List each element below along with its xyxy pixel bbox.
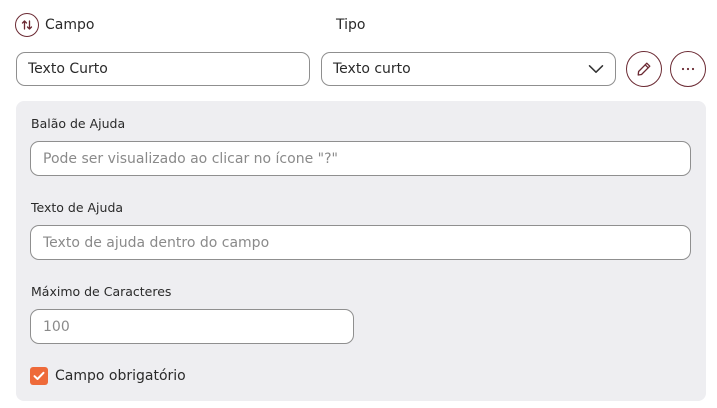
sort-arrows-icon[interactable] xyxy=(15,13,39,37)
max-chars-label: Máximo de Caracteres xyxy=(31,284,172,299)
help-balloon-label: Balão de Ajuda xyxy=(31,116,126,131)
field-name-input[interactable] xyxy=(16,52,310,86)
ellipsis-icon xyxy=(681,67,695,71)
max-chars-input[interactable] xyxy=(30,309,354,344)
check-icon xyxy=(33,371,45,380)
field-header xyxy=(15,13,39,37)
required-label: Campo obrigatório xyxy=(55,368,186,384)
more-options-button[interactable] xyxy=(670,51,706,87)
pencil-icon xyxy=(637,62,651,76)
edit-button[interactable] xyxy=(626,51,662,87)
help-balloon-input[interactable] xyxy=(30,141,691,176)
required-checkbox-row[interactable]: Campo obrigatório xyxy=(30,367,186,385)
field-settings-panel: Balão de Ajuda Texto de Ajuda Máximo de … xyxy=(16,101,706,401)
field-type-select[interactable]: Texto curto xyxy=(321,52,616,86)
required-checkbox[interactable] xyxy=(30,367,48,385)
help-text-input[interactable] xyxy=(30,225,691,260)
field-type-selected-value: Texto curto xyxy=(333,61,411,77)
help-text-label: Texto de Ajuda xyxy=(31,200,124,215)
chevron-down-icon xyxy=(588,65,604,73)
campo-label: Campo xyxy=(45,17,95,33)
tipo-label: Tipo xyxy=(336,17,366,33)
